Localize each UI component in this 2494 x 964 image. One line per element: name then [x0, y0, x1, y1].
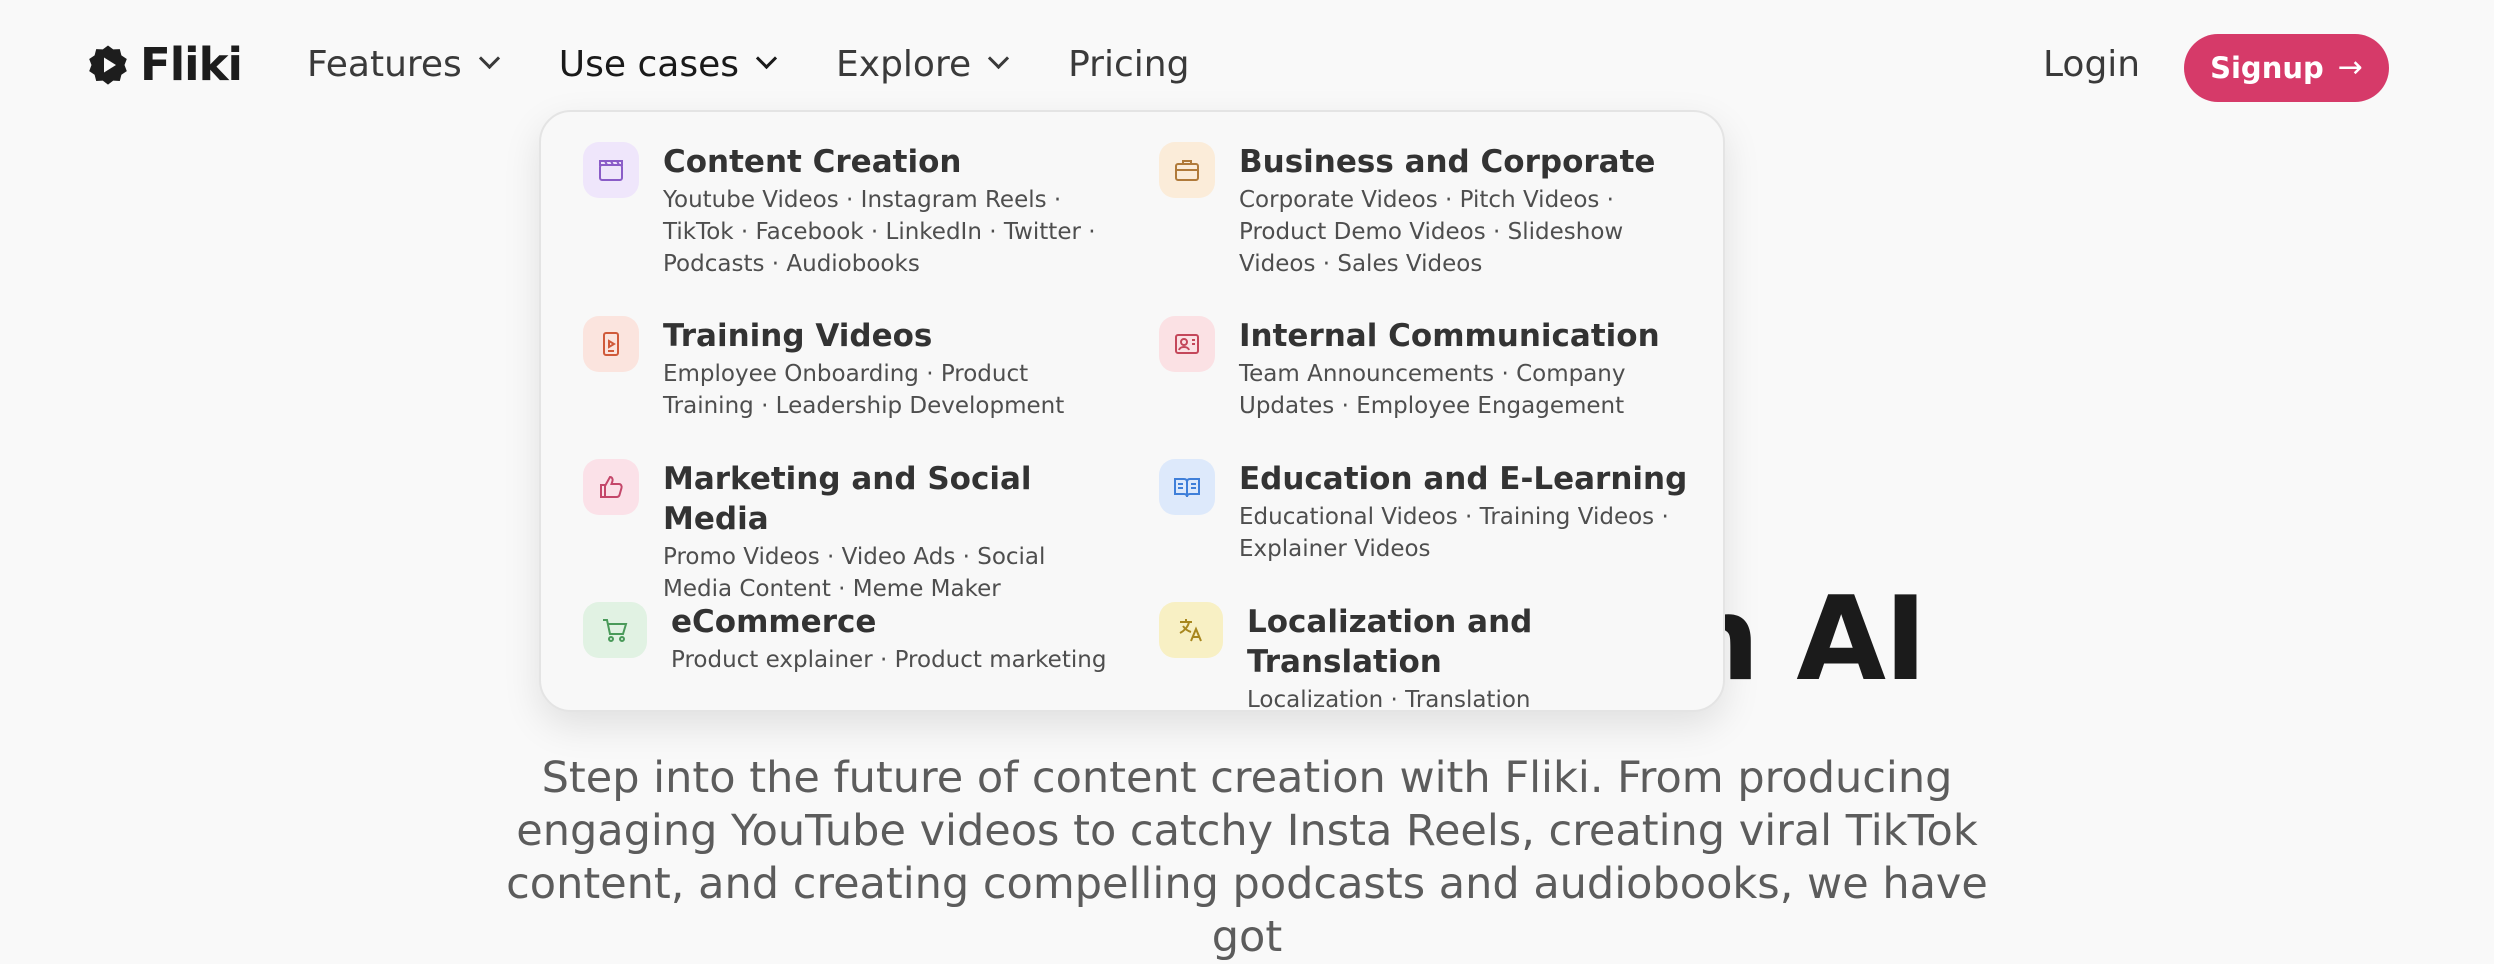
nav-explore[interactable]: Explore: [836, 44, 1010, 85]
use-case-title: Marketing and Social Media: [663, 461, 1032, 537]
nav-use-cases-label: Use cases: [558, 44, 740, 85]
fliki-logo-icon: [89, 44, 127, 85]
chevron-down-icon: [988, 47, 1010, 70]
use-case-title: Education and E-Learning: [1239, 461, 1688, 497]
contact-card-icon: [1159, 316, 1215, 372]
use-case-description: Product explainer · Product marketing: [671, 647, 1107, 673]
use-case-description: Educational Videos · Training Videos · E…: [1239, 504, 1669, 562]
clapperboard-icon: [583, 142, 639, 198]
briefcase-icon: [1159, 142, 1215, 198]
use-case-training-videos[interactable]: Training Videos Employee Onboarding · Pr…: [583, 316, 1113, 422]
nav-explore-label: Explore: [836, 44, 972, 85]
nav-features[interactable]: Features: [307, 44, 500, 85]
use-case-title: Training Videos: [663, 318, 933, 354]
use-cases-dropdown: Content Creation Youtube Videos · Instag…: [539, 110, 1725, 713]
nav-pricing[interactable]: Pricing: [1068, 44, 1189, 85]
arrow-right-icon: →: [2337, 50, 2363, 85]
use-case-description: Localization · Translation: [1247, 687, 1531, 713]
nav-features-label: Features: [307, 44, 462, 85]
use-case-ecommerce[interactable]: eCommerce Product explainer · Product ma…: [583, 602, 1113, 676]
nav-pricing-label: Pricing: [1068, 44, 1190, 85]
signup-label: Signup: [2210, 51, 2324, 85]
use-case-localization-translation[interactable]: Localization and Translation Localizatio…: [1159, 602, 1699, 716]
chevron-down-icon: [478, 47, 500, 70]
brand-name: Fliki: [140, 38, 243, 91]
nav-use-cases[interactable]: Use cases: [558, 44, 778, 85]
use-case-content-creation[interactable]: Content Creation Youtube Videos · Instag…: [583, 142, 1113, 280]
tablet-video-icon: [583, 316, 639, 372]
use-case-title: eCommerce: [671, 604, 877, 640]
brand-logo[interactable]: Fliki: [88, 38, 243, 91]
use-case-description: Team Announcements · Company Updates · E…: [1239, 361, 1626, 419]
use-case-description: Corporate Videos · Pitch Videos · Produc…: [1239, 187, 1624, 277]
use-case-title: Localization and Translation: [1247, 604, 1533, 680]
use-case-title: Content Creation: [663, 144, 962, 180]
use-case-description: Employee Onboarding · Product Training ·…: [663, 361, 1065, 419]
hero-subtitle: Step into the future of content creation…: [506, 753, 1988, 962]
use-case-description: Promo Videos · Video Ads · Social Media …: [663, 544, 1046, 602]
translate-icon: [1159, 602, 1223, 658]
thumbs-up-icon: [583, 459, 639, 515]
use-case-title: Internal Communication: [1239, 318, 1660, 354]
main-menu: Features Use cases Explore Pricing: [307, 44, 1251, 85]
use-case-description: Youtube Videos · Instagram Reels · TikTo…: [663, 187, 1096, 277]
use-case-title: Business and Corporate: [1239, 144, 1656, 180]
signup-button[interactable]: Signup →: [2184, 34, 2389, 102]
open-book-icon: [1159, 459, 1215, 515]
use-case-marketing-social[interactable]: Marketing and Social Media Promo Videos …: [583, 459, 1113, 605]
chevron-down-icon: [755, 47, 778, 70]
use-case-education-elearning[interactable]: Education and E-Learning Educational Vid…: [1159, 459, 1689, 565]
login-link[interactable]: Login: [2043, 44, 2140, 85]
use-case-internal-communication[interactable]: Internal Communication Team Announcement…: [1159, 316, 1689, 422]
shopping-cart-icon: [583, 602, 647, 658]
use-case-business-corporate[interactable]: Business and Corporate Corporate Videos …: [1159, 142, 1689, 280]
